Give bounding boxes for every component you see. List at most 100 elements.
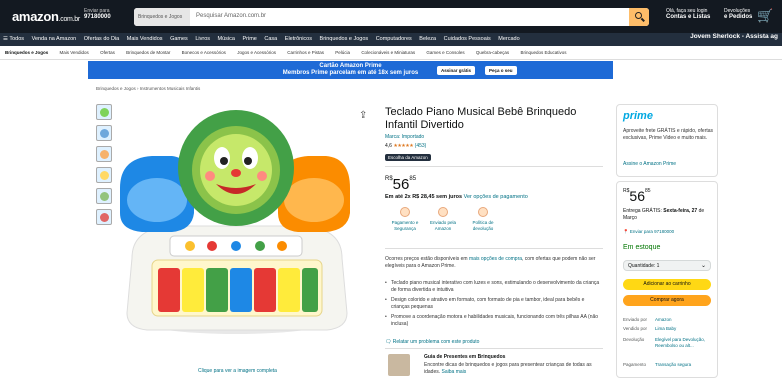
thumbnail[interactable] <box>96 146 112 162</box>
gift-guide[interactable]: Guia de Presentes em Brinquedos Encontre… <box>388 352 608 378</box>
buy-now-button[interactable]: Comprar agora <box>623 295 711 306</box>
nav-item[interactable]: Games <box>167 33 191 45</box>
delivery-date: Sexta-feira, 27 <box>663 208 698 214</box>
search-category-select[interactable]: Brinquedos e Jogos <box>134 8 190 26</box>
feature-shipped-by-amazon[interactable]: Enviado pela Amazon <box>423 207 463 231</box>
thumbnail[interactable] <box>96 104 112 120</box>
brand-link[interactable]: Marca: Importado <box>385 134 424 140</box>
logo-text: amazon <box>12 9 59 24</box>
nav-item[interactable]: Mais Vendidos <box>124 33 166 45</box>
nav-item[interactable]: Brinquedos e Jogos <box>317 33 372 45</box>
product-image[interactable] <box>112 108 360 344</box>
subnav-item[interactable]: Ofertas <box>95 46 120 59</box>
banner-request-button[interactable]: Peça o seu <box>485 66 517 75</box>
lock-icon <box>400 207 410 217</box>
delivery-location[interactable]: 📍 Enviar para 97180000 <box>623 229 674 235</box>
detail-row: Devolução Elegível para Devolução, Reembo… <box>623 337 715 348</box>
price-currency: R$ <box>385 176 393 182</box>
detail-value[interactable]: Amazon <box>655 317 709 323</box>
image-caption[interactable]: Clique para ver a imagem completa <box>198 368 277 374</box>
main-nav: ☰ Todos Venda na Amazon Ofertas do Dia M… <box>0 33 782 46</box>
delivery-label: Entrega GRÁTIS: <box>623 208 662 214</box>
rating-count[interactable]: (453) <box>415 143 427 149</box>
detail-value[interactable]: Lima Baby <box>655 326 709 332</box>
divider <box>385 348 603 349</box>
thumbnail[interactable] <box>96 209 112 225</box>
top-header: amazon.com.br Enviar para 97180000 Brinq… <box>0 0 782 33</box>
account-lists: Contas e Listas <box>666 14 711 20</box>
share-icon[interactable]: ⇪ <box>359 110 367 121</box>
add-to-cart-button[interactable]: Adicionar ao carrinho <box>623 279 711 290</box>
prime-subscribe-link[interactable]: Assine o Amazon Prime <box>623 161 676 167</box>
nav-promo[interactable]: Jovem Sherlock - Assista ag <box>690 33 778 40</box>
subnav-item[interactable]: Brinquedos Educativos <box>515 46 571 59</box>
detail-key: Vendido por <box>623 326 648 331</box>
gift-guide-image <box>388 354 410 376</box>
account-menu[interactable]: Olá, faça seu login Contas e Listas <box>666 8 710 20</box>
subnav-item[interactable]: Games e Consoles <box>421 46 469 59</box>
price-cents: 85 <box>409 176 417 182</box>
subnav-item[interactable]: Brinquedos de Montar <box>121 46 175 59</box>
subnav-item[interactable]: Carrinhos e Pistas <box>282 46 329 59</box>
gift-guide-link[interactable]: Saiba mais <box>442 369 467 375</box>
subnav-item[interactable]: Pelúcia <box>330 46 355 59</box>
nav-item[interactable]: Cuidados Pessoais <box>441 33 494 45</box>
detail-row: Vendido por Lima Baby <box>623 326 715 332</box>
subnav-item[interactable]: Quebra-cabeças <box>471 46 514 59</box>
subnav-item[interactable]: Jogos e Acessórios <box>232 46 281 59</box>
detail-key: Enviado por <box>623 317 648 322</box>
quantity-value: Quantidade: 1 <box>628 263 660 269</box>
other-offers-note: Ocorres preços estão disponíveis em mais… <box>385 256 603 269</box>
breadcrumb[interactable]: Brinquedos e Jogos › Instrumentos Musica… <box>96 86 200 91</box>
nav-item[interactable]: Casa <box>261 33 280 45</box>
deliver-to[interactable]: Enviar para 97180000 <box>84 8 111 20</box>
thumbnail[interactable] <box>96 167 112 183</box>
quantity-select[interactable]: Quantidade: 1 ⌄ <box>623 260 711 271</box>
feature-return-policy[interactable]: Política de devolução <box>463 207 503 231</box>
rating-summary[interactable]: 4,6 ★★★★★ (453) <box>385 143 426 149</box>
nav-item-all[interactable]: ☰ Todos <box>0 33 27 45</box>
nav-item[interactable]: Prime <box>240 33 260 45</box>
gift-guide-text: Encontre dicas de brinquedos e jogos par… <box>424 362 604 375</box>
chevron-down-icon: ⌄ <box>700 263 706 269</box>
nav-item[interactable]: Livros <box>192 33 213 45</box>
nav-item[interactable]: Mercado <box>495 33 522 45</box>
detail-value[interactable]: Transação segura <box>655 362 709 368</box>
detail-value[interactable]: Elegível para Devolução, Reembolso ou al… <box>655 337 709 348</box>
rating-value: 4,6 <box>385 143 392 149</box>
orders-label: e Pedidos <box>724 14 753 20</box>
price-whole: 56 <box>629 188 645 204</box>
amazon-logo[interactable]: amazon.com.br <box>12 9 80 24</box>
prime-logo: prime <box>623 110 653 122</box>
search-input[interactable]: Pesquisar Amazon.com.br <box>196 13 266 19</box>
feature-payment-security[interactable]: Pagamento e Segurança <box>385 207 425 231</box>
payment-options-link[interactable]: Ver opções de pagamento <box>464 194 528 200</box>
subnav-item[interactable]: Brinquedos e Jogos <box>0 46 53 59</box>
detail-row: Pagamento Transação segura <box>623 362 715 368</box>
more-options-link[interactable]: mais opções de compra <box>469 256 522 262</box>
thumbnail[interactable] <box>96 188 112 204</box>
subnav-item[interactable]: Mais Vendidos <box>55 46 94 59</box>
buybox-price: R$5685 <box>623 188 651 204</box>
returns-orders[interactable]: Devoluções e Pedidos <box>724 8 752 20</box>
report-problem-link[interactable]: 🗨 Relatar um problema com este produto <box>385 339 479 345</box>
nav-item[interactable]: Ofertas do Dia <box>81 33 122 45</box>
nav-item[interactable]: Música <box>215 33 238 45</box>
nav-item[interactable]: Computadores <box>373 33 415 45</box>
thumbnail[interactable] <box>96 125 112 141</box>
nav-item[interactable]: Beleza <box>416 33 439 45</box>
nav-item[interactable]: Eletrônicos <box>282 33 315 45</box>
search-bar: Brinquedos e Jogos Pesquisar Amazon.com.… <box>134 8 649 26</box>
installments-text: Em até 2x R$ 28,45 sem juros <box>385 194 463 200</box>
subnav-item[interactable]: Bonecos e Acessórios <box>177 46 231 59</box>
detail-key: Devolução <box>623 337 645 342</box>
banner-subscribe-button[interactable]: Assinar grátis <box>437 66 476 75</box>
search-button[interactable] <box>629 8 649 26</box>
nav-item[interactable]: Venda na Amazon <box>29 33 80 45</box>
subnav-item[interactable]: Colecionáveis e Miniaturas <box>356 46 420 59</box>
prime-card-banner[interactable]: Cartão Amazon Prime Membros Prime parcel… <box>88 61 613 79</box>
divider <box>385 248 603 249</box>
cart-icon[interactable]: 🛒 <box>757 8 773 24</box>
deliver-zip: 97180000 <box>84 14 111 20</box>
prime-text: Aproveite frete GRÁTIS e rápido, ofertas… <box>623 128 714 141</box>
